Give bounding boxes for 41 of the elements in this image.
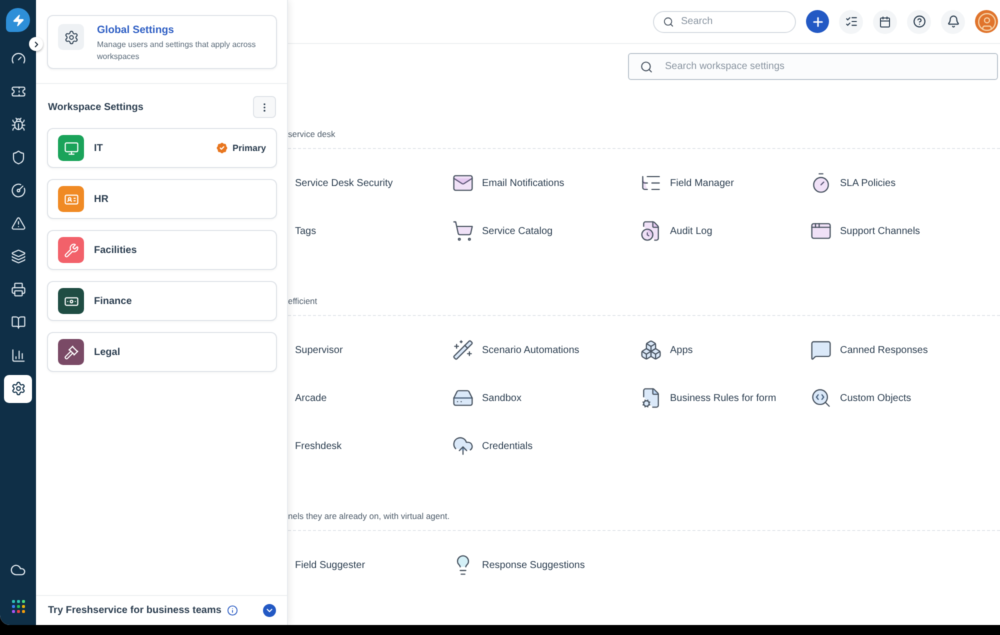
workspace-card[interactable]: Legal (47, 332, 277, 372)
settings-search-field[interactable]: Search workspace settings (628, 53, 998, 80)
settings-link[interactable]: Service Catalog (452, 220, 553, 242)
footer-text: Try Freshservice for business teams (48, 605, 222, 616)
settings-link[interactable]: Audit Log (640, 220, 712, 242)
workspace-card[interactable]: Finance (47, 281, 277, 321)
workspace-name: HR (94, 194, 110, 204)
settings-link[interactable]: Service Desk Security (288, 178, 393, 188)
settings-link[interactable]: Scenario Automations (452, 339, 580, 361)
workspace-name: Finance (94, 296, 133, 306)
global-settings-description: Manage users and settings that apply across workspaces (97, 39, 257, 62)
settings-link[interactable]: Supervisor (288, 344, 343, 356)
settings-link[interactable]: Field Suggester (288, 560, 366, 570)
global-settings-title: Global Settings (97, 24, 176, 36)
workspace-name: Legal (94, 346, 122, 358)
workspace-name: IT (94, 142, 104, 154)
global-settings-card[interactable]: Global Settings Manage users and settings that apply across workspaces (47, 15, 277, 69)
workspace-card[interactable]: Facilities (47, 230, 277, 270)
settings-link[interactable]: Email Notifications (452, 172, 564, 194)
settings-link[interactable]: Arcade (288, 392, 327, 404)
settings-link[interactable]: Field Manager (640, 172, 734, 194)
section-description: nels they are already on, with virtual agent. (288, 510, 451, 522)
workspace-settings-title: Workspace Settings (48, 102, 144, 112)
settings-link[interactable]: Canned Responses (810, 339, 928, 361)
settings-link[interactable]: Apps (640, 339, 693, 361)
workspace-card[interactable]: IT Primary (47, 128, 277, 168)
settings-link[interactable]: Credentials (452, 435, 533, 457)
settings-link[interactable]: Response Suggestions (452, 554, 585, 576)
primary-badge: Primary (215, 141, 266, 155)
workspace-name: Facilities (94, 244, 138, 256)
settings-link[interactable]: Freshdesk (288, 440, 342, 452)
settings-link[interactable]: Custom Objects (810, 387, 912, 409)
settings-link[interactable]: Support Channels (810, 220, 920, 242)
settings-link[interactable]: Sandbox (452, 387, 522, 409)
search-field[interactable]: Search (653, 10, 796, 32)
workspace-card[interactable]: HR (47, 179, 277, 219)
settings-link[interactable]: Tags (288, 226, 316, 236)
settings-link[interactable]: SLA Policies (810, 172, 896, 194)
section-description: efficient (288, 295, 318, 307)
section-description: service desk (288, 128, 336, 140)
settings-link[interactable]: Business Rules for form (640, 387, 776, 409)
